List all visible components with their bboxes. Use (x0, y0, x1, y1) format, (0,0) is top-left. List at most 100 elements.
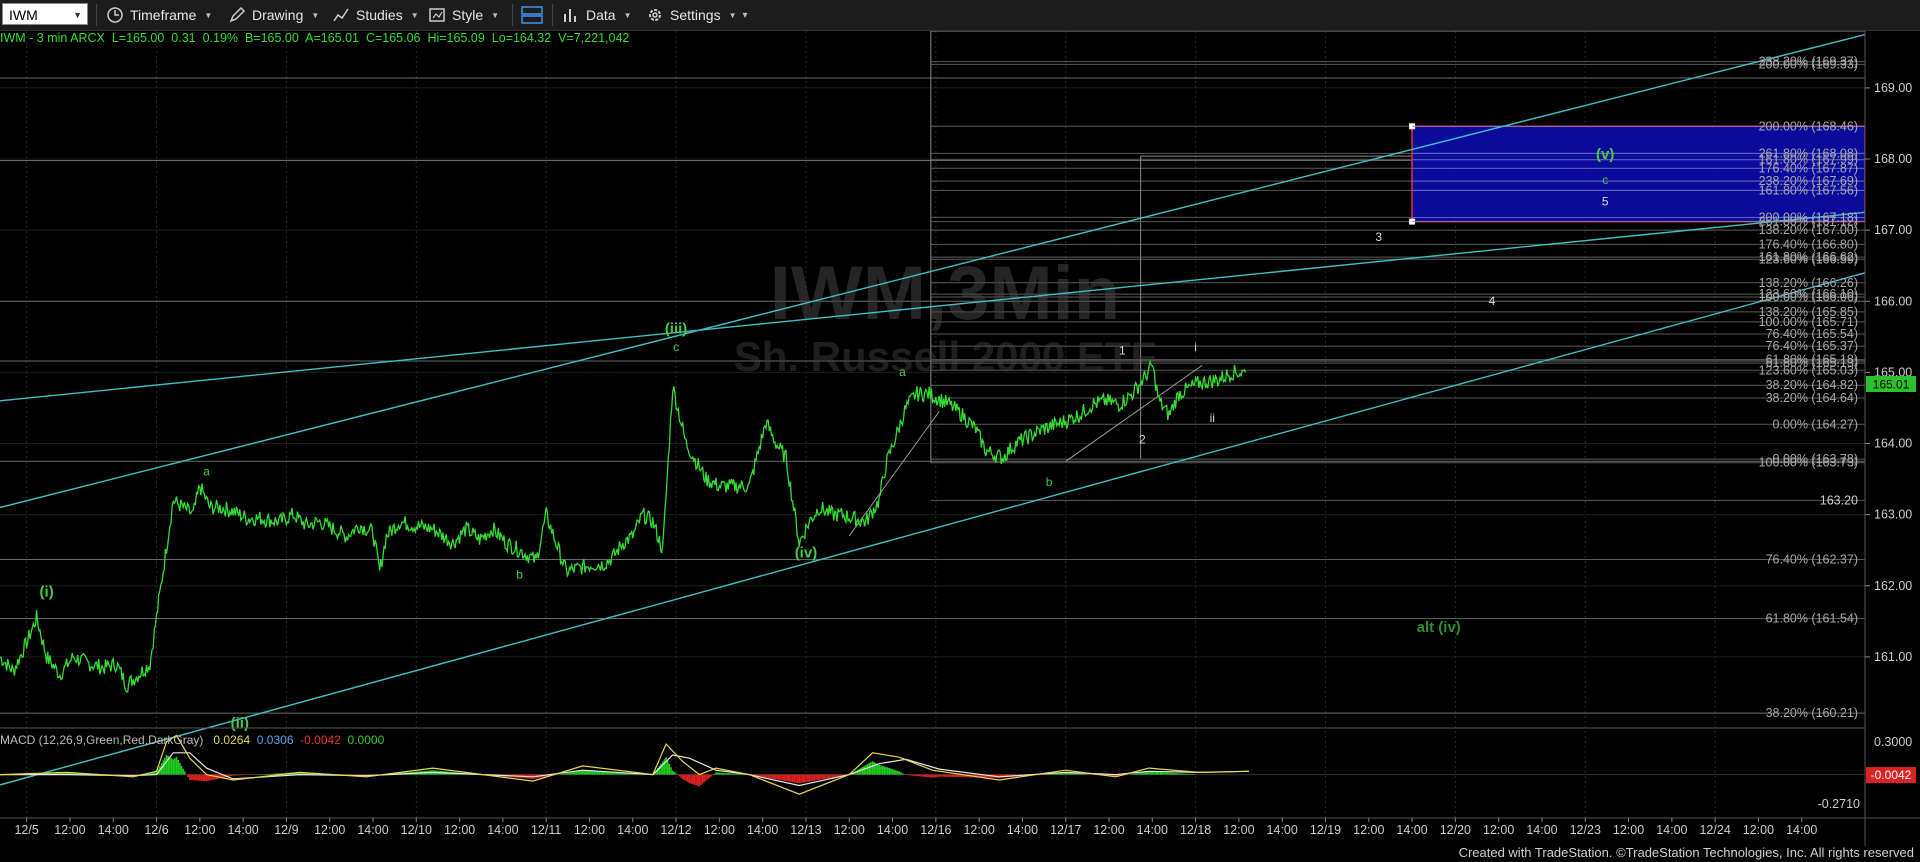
studies-icon (333, 8, 349, 22)
timeframe-button[interactable]: Timeframe ▼ (106, 0, 212, 30)
fib-labels: 238.20% (169.37)200.00% (169.33)200.00% … (1759, 55, 1858, 720)
price-badge: 165.01 (1866, 376, 1916, 392)
price-tick-label: 164.00 (1874, 437, 1912, 451)
time-tick-label: 14:00 (1526, 823, 1557, 837)
low-price: Lo=164.32 (491, 31, 552, 45)
wave-label: (v) (1596, 146, 1614, 163)
fib-label: 100.00% (163.73) (1759, 456, 1858, 470)
time-tick-label: 12:00 (1613, 823, 1644, 837)
wave-label: i (1194, 340, 1197, 354)
settings-button[interactable]: Settings ▼ ▾ (646, 0, 748, 30)
time-tick-label: 12/23 (1570, 823, 1601, 837)
time-tick-label: 12:00 (1353, 823, 1384, 837)
time-tick-label: 12/20 (1440, 823, 1471, 837)
time-tick-label: 12/19 (1310, 823, 1341, 837)
wave-label: (i) (40, 583, 54, 600)
price-tick-label: 166.00 (1874, 294, 1912, 308)
macd-badge-text: -0.0042 (1871, 768, 1912, 782)
wave-label: c (673, 340, 679, 354)
time-tick-label: 14:00 (1137, 823, 1168, 837)
wave-label: 3 (1375, 230, 1382, 244)
watermark-description: Sh. Russell 2000 ETF (734, 333, 1157, 380)
settings-label: Settings (670, 7, 721, 23)
time-tick-label: 12/11 (531, 823, 561, 837)
time-tick-label: 14:00 (747, 823, 778, 837)
layout-button[interactable] (520, 0, 544, 30)
layout-icon (521, 6, 543, 24)
wave-label: 4 (1489, 294, 1496, 308)
clock-icon (107, 7, 123, 23)
net-change: 0.31 (171, 31, 196, 45)
fib-label: 138.20% (167.00) (1759, 223, 1858, 237)
toolbar-divider (96, 4, 97, 26)
drawing-button[interactable]: Drawing ▼ (228, 0, 319, 30)
wave-label: alt (iv) (1417, 619, 1461, 636)
wave-label: (ii) (231, 715, 249, 732)
macd-axis-label: 0.3000 (1874, 735, 1912, 749)
pencil-icon (229, 6, 246, 23)
fib-label: 200.00% (168.46) (1759, 119, 1858, 133)
time-tick-label: 12/10 (401, 823, 432, 837)
price-tick-label: 161.00 (1874, 650, 1912, 664)
data-button[interactable]: Data ▼ (562, 0, 632, 30)
time-tick-label: 12:00 (1093, 823, 1124, 837)
wave-label: 2 (1139, 433, 1146, 447)
bid-price: B=165.00 (244, 31, 299, 45)
symbol-name: IWM - 3 min ARCX (0, 31, 105, 45)
time-tick-label: 14:00 (98, 823, 129, 837)
wave-label: c (1602, 173, 1608, 187)
price-badge-text: 165.01 (1873, 378, 1910, 392)
time-tick-label: 12:00 (1223, 823, 1254, 837)
more-icon: ▾ (742, 9, 748, 21)
fib-label: 163.20 (1820, 493, 1858, 507)
macd-axis-label: -0.2710 (1818, 797, 1860, 811)
time-tick-label: 12/9 (274, 823, 298, 837)
time-tick-label: 14:00 (617, 823, 648, 837)
fib-label: 123.60% (165.03) (1759, 363, 1858, 377)
fib-label: 0.00% (164.27) (1773, 417, 1858, 431)
wave-label: b (516, 568, 523, 582)
macd-diff-value: -0.0042 (300, 733, 341, 747)
gear-icon (649, 9, 661, 21)
high-price: Hi=165.09 (427, 31, 485, 45)
time-tick-label: 12/18 (1180, 823, 1211, 837)
data-label: Data (586, 7, 616, 23)
time-tick-label: 12:00 (444, 823, 475, 837)
time-tick-label: 12/5 (14, 823, 38, 837)
toolbar-divider (512, 4, 513, 26)
macd-legend: MACD (12,26,9,Green,Red,DarkGray) 0.0264… (0, 733, 384, 747)
wave-label: 1 (1119, 344, 1126, 358)
wave-label: (iii) (665, 320, 688, 337)
wave-label: 5 (1602, 194, 1609, 208)
symbol-input[interactable]: IWM ▼ (2, 3, 88, 25)
caret-down-icon: ▼ (204, 10, 213, 20)
fib-label: 100.00% (166.06) (1759, 290, 1858, 304)
chart-area[interactable]: IWM,3Min Sh. Russell 2000 ETF (i)(ii)ab(… (0, 31, 1920, 846)
ask-price: A=165.01 (305, 31, 359, 45)
wave-label: a (203, 465, 210, 479)
drawing-label: Drawing (252, 7, 304, 23)
symbol-value: IWM (9, 7, 38, 23)
time-tick-label: 12/24 (1699, 823, 1730, 837)
time-tick-label: 12:00 (1483, 823, 1514, 837)
time-tick-label: 12:00 (704, 823, 735, 837)
toolbar: IWM ▼ Timeframe ▼ Drawing ▼ Studies ▼ Style ▼… (0, 0, 1920, 31)
time-tick-label: 12:00 (574, 823, 605, 837)
time-tick-label: 14:00 (877, 823, 908, 837)
wave-label: (iv) (795, 544, 818, 561)
time-tick-label: 12:00 (314, 823, 345, 837)
fib-label: 76.40% (162.37) (1766, 552, 1858, 566)
studies-button[interactable]: Studies ▼ (332, 0, 419, 30)
macd-value: 0.0264 (213, 733, 251, 747)
style-button[interactable]: Style ▼ (428, 0, 499, 30)
wave-label: ii (1210, 411, 1215, 425)
fib-label: 61.80% (161.54) (1766, 611, 1858, 625)
chevron-down-icon: ▼ (73, 10, 82, 20)
time-tick-label: 14:00 (1656, 823, 1687, 837)
price-tick-label: 162.00 (1874, 579, 1912, 593)
caret-down-icon: ▼ (491, 10, 500, 20)
time-tick-label: 14:00 (227, 823, 258, 837)
studies-label: Studies (356, 7, 403, 23)
time-tick-label: 12:00 (963, 823, 994, 837)
price-tick-label: 169.00 (1874, 81, 1912, 95)
